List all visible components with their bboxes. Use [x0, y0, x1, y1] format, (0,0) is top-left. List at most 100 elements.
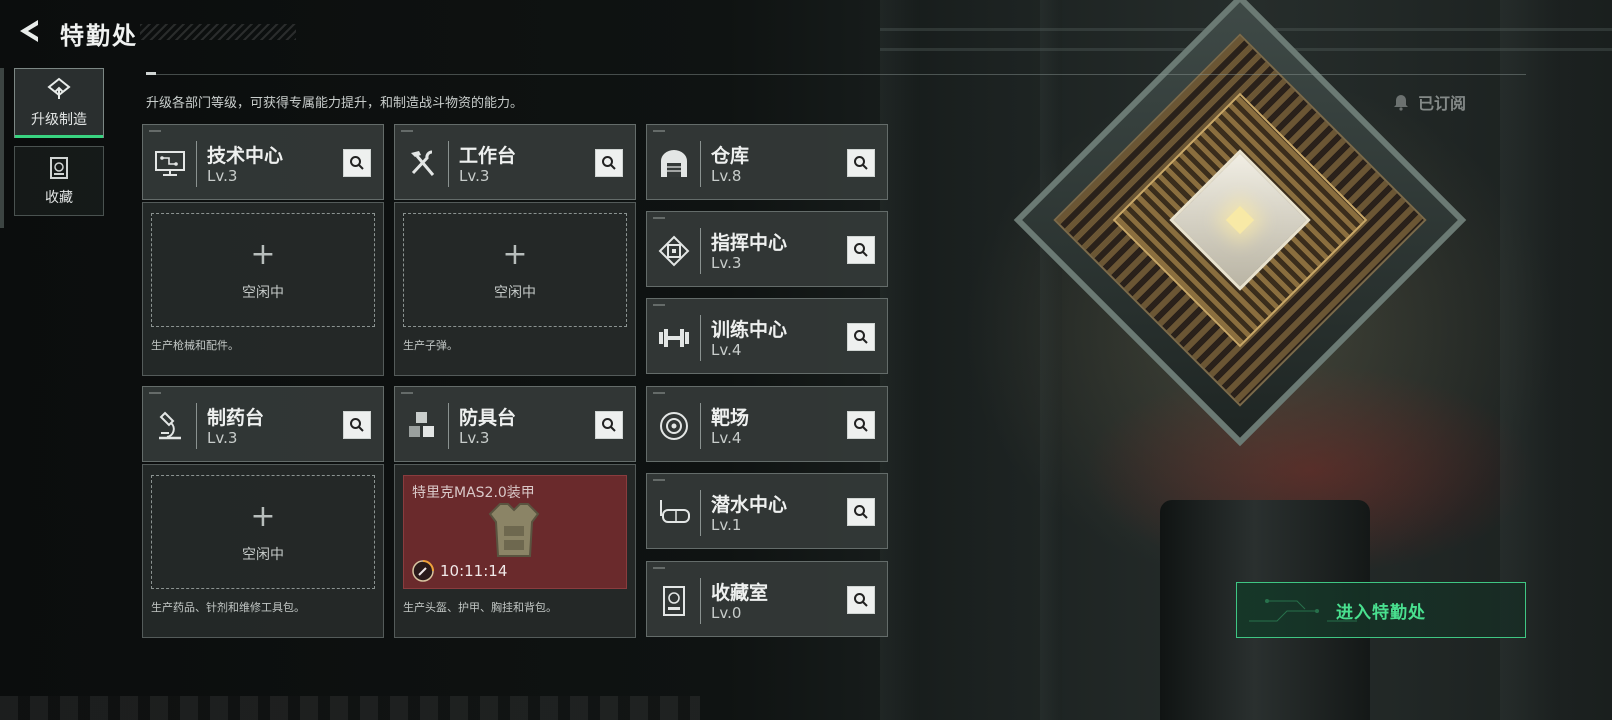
nav-edge-decoration	[0, 68, 4, 228]
search-button[interactable]	[847, 236, 875, 264]
page-title: 特勤处	[60, 22, 138, 50]
facility-name: 工作台	[459, 145, 517, 167]
production-panel-tech-center: + 空闲中 生产枪械和配件。	[142, 202, 384, 376]
header: 特勤处	[0, 0, 320, 64]
title-decoration	[140, 24, 296, 40]
page-description: 升级各部门等级，可获得专属能力提升，和制造战斗物资的能力。	[146, 96, 524, 111]
facility-level: Lv.3	[711, 254, 742, 272]
facility-name: 潜水中心	[711, 494, 788, 516]
facility-level: Lv.4	[711, 429, 742, 447]
monitor-circuit-icon	[155, 151, 185, 176]
enter-special-ops-button[interactable]: 进入特勤处	[1236, 582, 1526, 638]
search-icon	[854, 505, 868, 519]
armor-vest-icon	[488, 503, 540, 557]
production-description: 生产子弹。	[403, 339, 458, 352]
facility-card-diving-center[interactable]: 潜水中心 Lv.1	[646, 473, 888, 549]
microscope-icon	[159, 411, 181, 440]
facility-name: 制药台	[207, 407, 265, 429]
diving-mask-icon	[660, 500, 690, 523]
search-icon	[854, 330, 868, 344]
production-slot-empty[interactable]: + 空闲中	[151, 475, 375, 589]
back-arrow-icon[interactable]	[14, 16, 44, 46]
facility-level: Lv.8	[711, 167, 742, 185]
search-icon	[602, 156, 616, 170]
blurred-footer	[0, 696, 700, 720]
facility-level: Lv.3	[459, 429, 490, 447]
search-icon	[854, 156, 868, 170]
tab-label: 升级制造	[31, 112, 87, 128]
facility-level: Lv.1	[711, 516, 742, 534]
facility-card-armor-bench[interactable]: 防具台 Lv.3	[394, 386, 636, 462]
central-cube-artwork	[1013, 0, 1467, 447]
plus-icon: +	[250, 237, 276, 272]
facility-name: 指挥中心	[711, 232, 788, 254]
collection-icon	[50, 157, 68, 179]
production-panel-pharmacy: + 空闲中 生产药品、针剂和维修工具包。	[142, 464, 384, 638]
facility-level: Lv.3	[207, 167, 238, 185]
bell-icon	[1394, 95, 1408, 111]
facility-name: 仓库	[711, 145, 750, 167]
production-panel-workbench: + 空闲中 生产子弹。	[394, 202, 636, 376]
facility-level: Lv.0	[711, 604, 742, 622]
facility-name: 技术中心	[207, 145, 284, 167]
production-slot-empty[interactable]: + 空闲中	[151, 213, 375, 327]
slot-state: 空闲中	[242, 547, 284, 563]
search-button[interactable]	[343, 149, 371, 177]
cubes-icon	[409, 412, 434, 437]
divider-tick	[146, 72, 156, 75]
search-icon	[350, 156, 364, 170]
facility-card-pharmacy[interactable]: 制药台 Lv.3	[142, 386, 384, 462]
side-nav: 升级制造 收藏	[14, 68, 106, 224]
search-button[interactable]	[847, 498, 875, 526]
facility-level: Lv.3	[207, 429, 238, 447]
production-timer: 10:11:14	[440, 562, 508, 580]
subscribed-label: 已订阅	[1418, 94, 1467, 113]
wrench-timer-icon	[412, 560, 434, 582]
search-button[interactable]	[847, 411, 875, 439]
target-icon	[660, 412, 688, 440]
circuit-decoration	[1249, 599, 1357, 622]
search-button[interactable]	[595, 411, 623, 439]
production-panel-armor-bench: 特里克MAS2.0装甲 10:11:14 生产头盔、护甲、胸挂和背包。	[394, 464, 636, 638]
search-icon	[854, 243, 868, 257]
facility-card-range[interactable]: 靶场 Lv.4	[646, 386, 888, 462]
plus-icon: +	[502, 237, 528, 272]
search-button[interactable]	[343, 411, 371, 439]
facility-name: 防具台	[459, 407, 517, 429]
subscribed-indicator[interactable]: 已订阅	[1392, 88, 1522, 116]
upgrade-icon	[47, 77, 71, 99]
facility-card-workbench[interactable]: 工作台 Lv.3	[394, 124, 636, 200]
facility-level: Lv.4	[711, 341, 742, 359]
tab-upgrade-craft[interactable]: 升级制造	[14, 68, 104, 138]
facility-card-command-center[interactable]: 指挥中心 Lv.3	[646, 211, 888, 287]
plus-icon: +	[250, 499, 276, 534]
header-divider	[146, 74, 1526, 75]
production-description: 生产枪械和配件。	[151, 339, 239, 352]
tab-collection[interactable]: 收藏	[14, 146, 104, 216]
facility-card-warehouse[interactable]: 仓库 Lv.8	[646, 124, 888, 200]
production-slot-active[interactable]: 特里克MAS2.0装甲 10:11:14	[403, 475, 627, 589]
production-description: 生产药品、针剂和维修工具包。	[151, 601, 305, 614]
facility-card-tech-center[interactable]: 技术中心 Lv.3	[142, 124, 384, 200]
facility-name: 靶场	[711, 407, 750, 429]
search-button[interactable]	[847, 586, 875, 614]
production-description: 生产头盔、护甲、胸挂和背包。	[403, 601, 557, 614]
search-button[interactable]	[595, 149, 623, 177]
slot-state: 空闲中	[242, 285, 284, 301]
search-icon	[350, 418, 364, 432]
facility-card-training-center[interactable]: 训练中心 Lv.4	[646, 298, 888, 374]
facility-level: Lv.3	[459, 167, 490, 185]
chip-icon	[658, 235, 690, 267]
hammer-wrench-icon	[411, 150, 435, 176]
search-button[interactable]	[847, 323, 875, 351]
display-case-icon	[663, 586, 685, 616]
slot-state: 空闲中	[494, 285, 536, 301]
bg-pillar	[1040, 0, 1062, 720]
search-icon	[854, 418, 868, 432]
search-icon	[602, 418, 616, 432]
production-slot-empty[interactable]: + 空闲中	[403, 213, 627, 327]
facility-card-collection-room[interactable]: 收藏室 Lv.0	[646, 561, 888, 637]
search-icon	[854, 593, 868, 607]
search-button[interactable]	[847, 149, 875, 177]
warehouse-icon	[661, 150, 687, 177]
